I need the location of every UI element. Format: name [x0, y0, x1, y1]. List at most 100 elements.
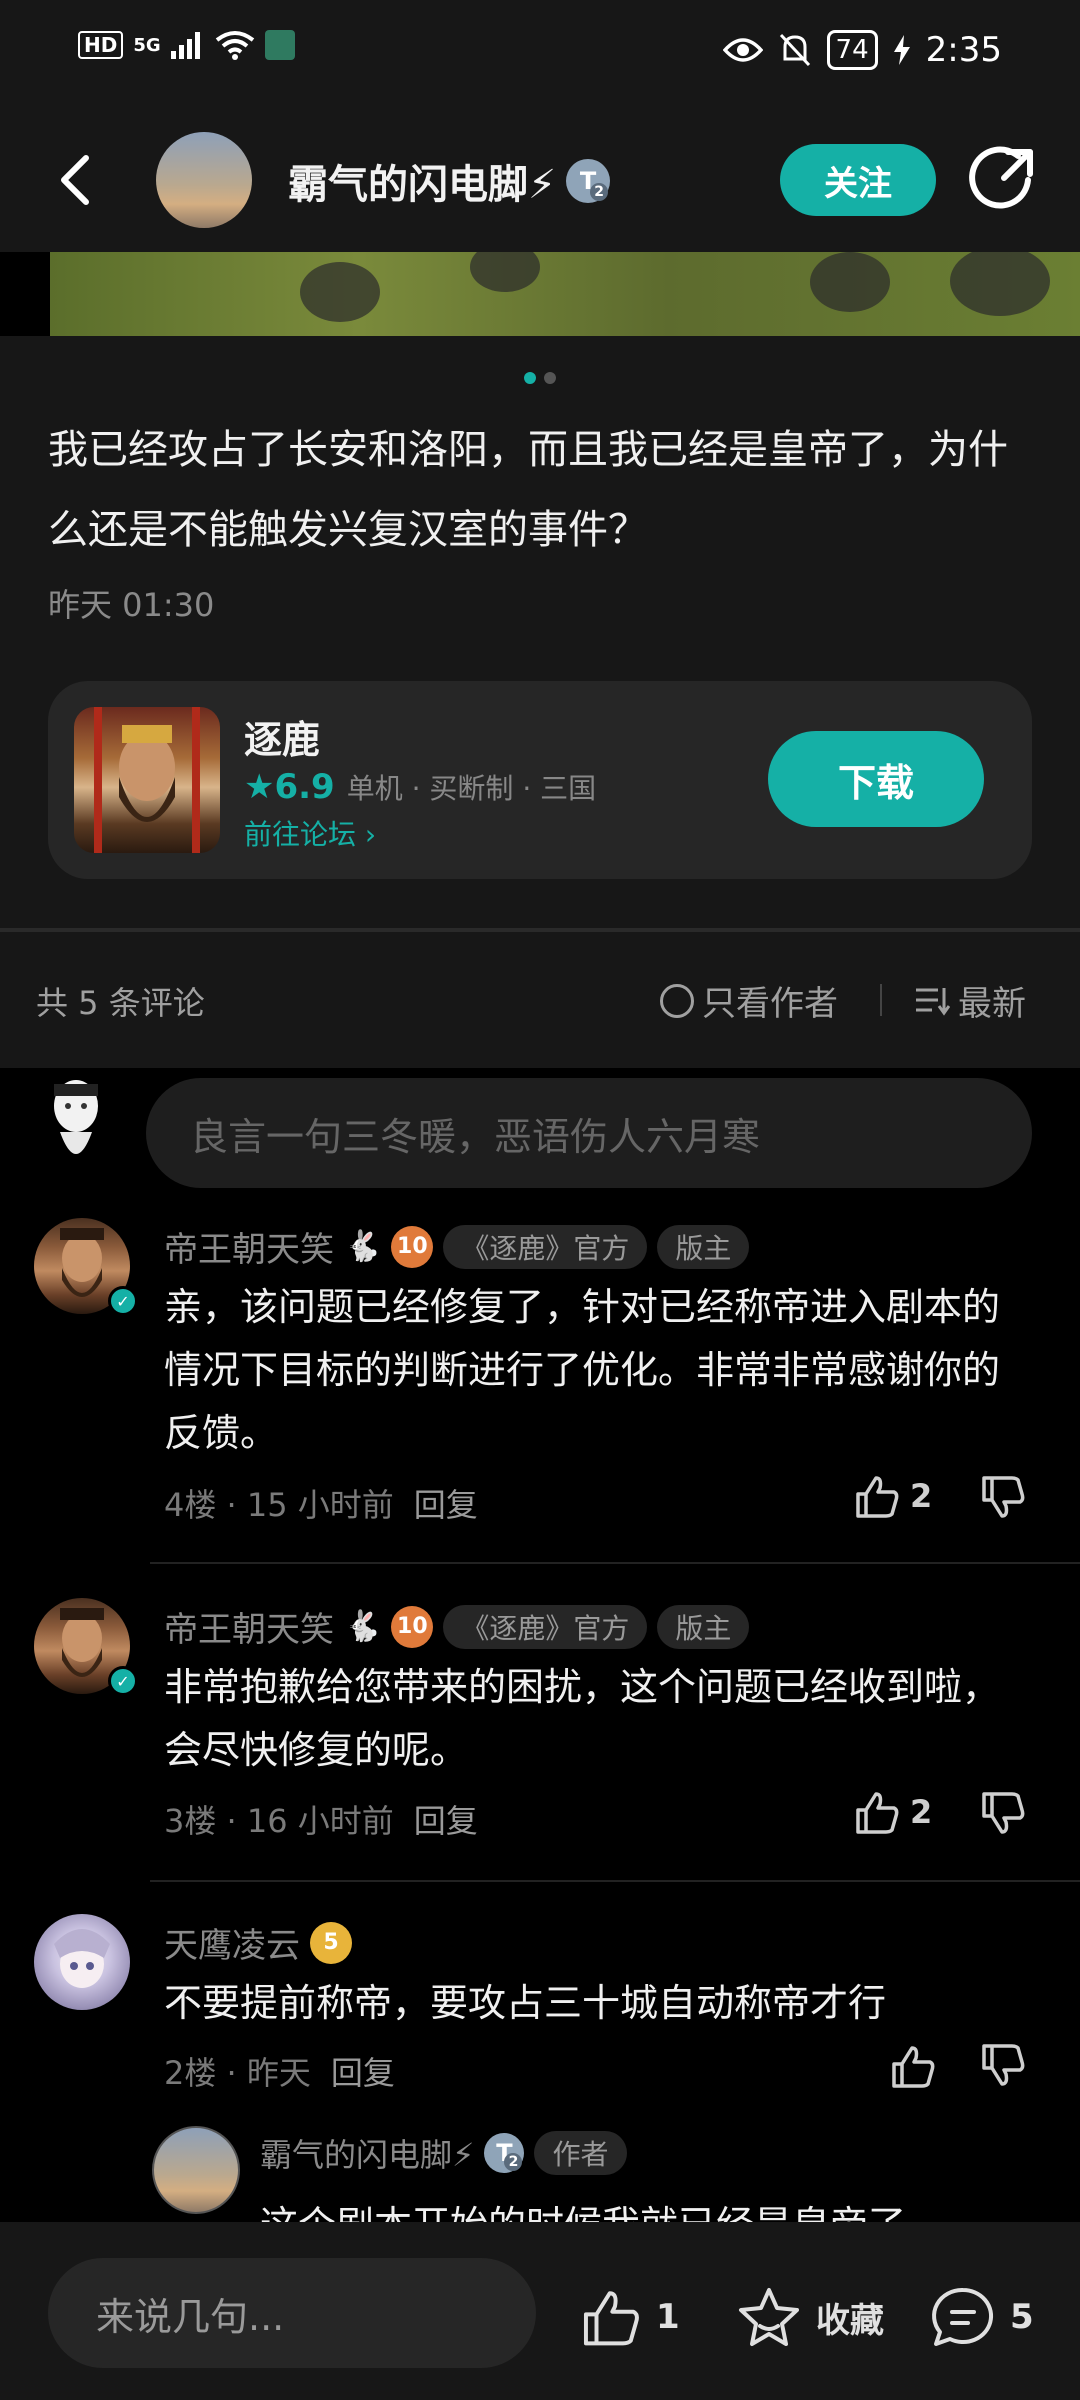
comment-text: 非常抱歉给您带来的困扰，这个问题已经收到啦，会尽快修复的呢。 [164, 1665, 1001, 1772]
reply-button[interactable]: 回复 [414, 1480, 478, 1526]
official-tag: 《逐鹿》官方 [443, 1604, 648, 1649]
verified-icon: ✓ [108, 1666, 138, 1696]
carousel-dot [544, 372, 556, 384]
comment-text: 不要提前称帝，要攻占三十城自动称帝才行 [164, 1981, 887, 2025]
commenter-name[interactable]: 天鹰凌云 [164, 1918, 300, 1967]
game-meta: ★6.9 单机 · 买断制 · 三国 [244, 767, 596, 807]
reply-header: 霸气的闪电脚⚡ T2 作者 [260, 2130, 627, 2176]
level-badge: 5 [310, 1921, 352, 1964]
sort-button[interactable]: 最新 [914, 976, 1026, 1025]
divider [880, 984, 882, 1016]
floor-time: 3楼 · 16 小时前 [164, 1802, 394, 1840]
comment-item: ✓ 帝王朝天笑 🐇 10 《逐鹿》官方 版主 亲，该问题已经修复了，针对已经称帝… [0, 1218, 1080, 1548]
game-rating-row: ★6.9 [244, 767, 335, 807]
post-image-carousel[interactable] [50, 252, 1080, 336]
reply-button[interactable]: 回复 [414, 1796, 478, 1842]
comment-header: 帝王朝天笑 🐇 10 《逐鹿》官方 版主 [164, 1602, 750, 1651]
comment-text: 亲，该问题已经修复了，针对已经称帝进入剧本的情况下目标的判断进行了优化。非常非常… [164, 1285, 1001, 1455]
star-outline-icon [739, 2288, 799, 2346]
game-rating: 6.9 [274, 767, 335, 807]
signal-icon [170, 32, 200, 59]
charging-icon [893, 35, 910, 65]
post-time: 昨天 01:30 [48, 586, 215, 624]
share-icon[interactable] [968, 146, 1036, 214]
divider [150, 1880, 1080, 1882]
moderator-tag: 版主 [657, 1604, 750, 1649]
notification-avatar-icon [264, 30, 295, 60]
thumbs-down-icon[interactable] [980, 1792, 1026, 1836]
status-left: HD 5G [78, 30, 295, 60]
level-badge: T2 [484, 2133, 525, 2173]
only-author-toggle[interactable]: 只看作者 [660, 976, 838, 1025]
comments-section: 良言一句三冬暖，恶语伤人六月寒 ✓ 帝王朝天笑 🐇 10 《逐鹿》官方 版主 亲… [0, 1068, 1080, 2222]
comment-item: 天鹰凌云 5 不要提前称帝，要攻占三十城自动称帝才行 2楼 · 昨天 回复 霸气… [0, 1914, 1080, 2222]
status-right: 74 2:35 [722, 30, 1002, 70]
level-badge: T2 [566, 159, 611, 203]
commenter-name[interactable]: 帝王朝天笑 [164, 1222, 334, 1271]
thumbs-up-icon [583, 2291, 639, 2346]
comments-toolbar: 共 5 条评论 只看作者 最新 [0, 932, 1080, 1068]
sort-icon [916, 987, 950, 1016]
thumbs-up-icon[interactable] [890, 2044, 936, 2088]
thumbs-up-icon [856, 1476, 899, 1518]
comment-meta: 4楼 · 15 小时前 回复 [164, 1480, 478, 1526]
battery-level: 74 [826, 30, 878, 70]
forum-link[interactable]: 前往论坛 › [244, 813, 376, 853]
author-avatar[interactable] [156, 132, 252, 228]
chevron-right-icon: › [364, 818, 377, 851]
reply-button[interactable]: 回复 [331, 2048, 395, 2094]
back-arrow-icon[interactable] [48, 150, 108, 210]
game-tags: 单机 · 买断制 · 三国 [346, 772, 597, 805]
level-badge: 10 [391, 1605, 434, 1648]
carousel-indicator [524, 372, 556, 384]
favorite-button[interactable]: 收藏 [736, 2286, 884, 2348]
hd-indicator: HD [78, 31, 124, 59]
thumbs-down-icon[interactable] [980, 2044, 1026, 2088]
comment-input[interactable]: 良言一句三冬暖，恶语伤人六月寒 [146, 1078, 1032, 1188]
banner-edge [0, 252, 50, 336]
game-icon [74, 707, 220, 853]
my-avatar [34, 1076, 118, 1176]
author-tag: 作者 [534, 2131, 627, 2175]
comment-meta: 2楼 · 昨天 回复 [164, 2048, 395, 2094]
mute-bell-icon [779, 33, 810, 67]
star-icon: ★ [244, 767, 275, 807]
post-title: 我已经攻占了长安和洛阳，而且我已经是皇帝了，为什么还是不能触发兴复汉室的事件？ [48, 427, 1008, 553]
thumbs-down-icon[interactable] [980, 1476, 1026, 1520]
eye-icon [722, 38, 763, 62]
nested-reply: 霸气的闪电脚⚡ T2 作者 这个剧本开始的时候我就已经是皇帝了 [152, 2126, 1052, 2222]
bottom-action-bar: 来说几句... 1 收藏 5 [0, 2222, 1080, 2400]
game-card[interactable]: 逐鹿 ★6.9 单机 · 买断制 · 三国 前往论坛 › 下载 [48, 681, 1032, 879]
author-name-row[interactable]: 霸气的闪电脚⚡ T2 [288, 152, 611, 210]
comment-meta: 3楼 · 16 小时前 回复 [164, 1796, 478, 1842]
floor-time: 2楼 · 昨天 [164, 2054, 311, 2092]
comment-count: 共 5 条评论 [36, 984, 205, 1022]
author-name: 霸气的闪电脚⚡ [288, 162, 557, 208]
radio-icon [660, 983, 694, 1018]
comment-header: 天鹰凌云 5 [164, 1918, 352, 1967]
like-button[interactable]: 2 [854, 1474, 932, 1518]
commenter-name[interactable]: 帝王朝天笑 [164, 1602, 334, 1651]
divider [150, 1562, 1080, 1564]
chat-bubble-icon [932, 2287, 994, 2346]
download-button[interactable]: 下载 [768, 731, 984, 827]
comment-header: 帝王朝天笑 🐇 10 《逐鹿》官方 版主 [164, 1222, 750, 1271]
like-post-button[interactable]: 1 [580, 2288, 680, 2346]
like-button[interactable]: 2 [854, 1790, 932, 1834]
reply-avatar[interactable] [152, 2126, 240, 2214]
network-indicator: 5G [133, 34, 161, 56]
official-tag: 《逐鹿》官方 [443, 1224, 648, 1269]
post-header: 霸气的闪电脚⚡ T2 关注 [0, 110, 1080, 252]
rabbit-badge-icon: 🐇 [344, 1229, 382, 1264]
reply-user[interactable]: 霸气的闪电脚⚡ [260, 2130, 474, 2176]
comments-button[interactable]: 5 [930, 2286, 1034, 2348]
post-body: 我已经攻占了长安和洛阳，而且我已经是皇帝了，为什么还是不能触发兴复汉室的事件？ … [0, 336, 1080, 928]
game-name: 逐鹿 [244, 718, 321, 762]
carousel-dot-active [524, 372, 536, 384]
wifi-icon [215, 31, 254, 60]
quick-comment-input[interactable]: 来说几句... [48, 2258, 536, 2368]
commenter-avatar[interactable] [34, 1914, 130, 2010]
follow-button[interactable]: 关注 [780, 144, 936, 216]
status-bar: HD 5G 74 2:35 [0, 0, 1080, 110]
moderator-tag: 版主 [657, 1224, 750, 1269]
